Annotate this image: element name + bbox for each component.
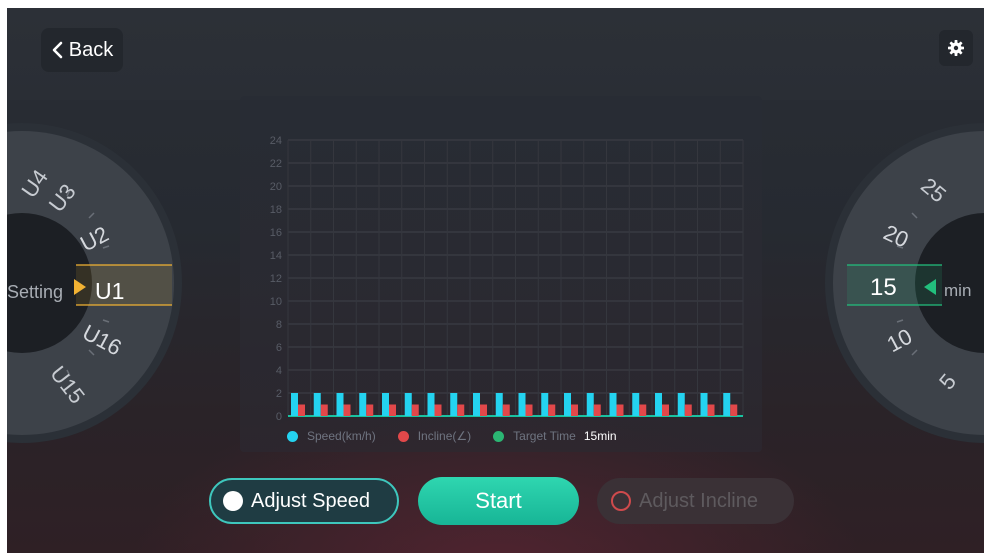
- adjust-incline-radio: [611, 491, 631, 511]
- speed-bar: [495, 393, 503, 416]
- y-tick-label: 0: [276, 411, 282, 423]
- chart-legend: Speed(km/h) Incline(∠) Target Time 15min: [287, 426, 639, 446]
- speed-bar: [677, 393, 685, 416]
- top-bar: [7, 8, 984, 100]
- adjust-incline-button[interactable]: Adjust Incline: [597, 478, 794, 524]
- y-tick-label: 4: [276, 365, 282, 377]
- incline-bar: [662, 404, 669, 416]
- incline-bar: [434, 404, 442, 416]
- speed-bar: [655, 393, 662, 416]
- legend-speed-label: Speed(km/h): [307, 429, 376, 443]
- adjust-speed-label: Adjust Speed: [251, 489, 370, 512]
- y-tick-label: 20: [270, 181, 282, 193]
- legend-incline: Incline(∠): [397, 429, 472, 443]
- y-tick-label: 2: [276, 388, 282, 400]
- incline-color-dot: [397, 430, 409, 442]
- incline-bar: [525, 404, 533, 416]
- speed-bar: [291, 393, 298, 416]
- treadmill-screen: Back 0 2 4 6 8 10 12 14 16 18 20 22 24 Speed(km/h): [7, 8, 984, 553]
- speed-bar: [473, 393, 480, 416]
- target-time-value: 15min: [583, 429, 617, 443]
- y-tick-label: 8: [276, 319, 282, 331]
- incline-bar: [389, 404, 396, 416]
- target-color-dot: [493, 430, 505, 442]
- back-button[interactable]: Back: [41, 28, 123, 72]
- legend-target-label: Target Time: [513, 429, 576, 443]
- incline-bar: [593, 404, 601, 416]
- incline-bar: [480, 404, 487, 416]
- y-tick-label: 24: [270, 135, 282, 147]
- chart-panel: 0 2 4 6 8 10 12 14 16 18 20 22 24: [240, 96, 762, 452]
- y-tick-label: 6: [276, 342, 282, 354]
- incline-bar: [684, 404, 692, 416]
- program-center-label: Setting: [7, 282, 63, 302]
- legend-speed: Speed(km/h): [287, 429, 376, 443]
- speed-bar: [564, 393, 571, 416]
- speed-bar: [450, 393, 458, 416]
- back-label: Back: [68, 38, 114, 61]
- program-dial[interactable]: Setting U1 U4 U3 U2 U16 U15: [7, 123, 182, 443]
- incline-bar: [366, 404, 374, 416]
- y-tick-label: 22: [270, 158, 282, 170]
- program-selected-value: U1: [95, 278, 124, 304]
- incline-bar: [298, 404, 305, 416]
- incline-bar: [343, 404, 351, 416]
- speed-bar: [359, 393, 367, 416]
- start-label: Start: [475, 488, 522, 513]
- incline-bar: [320, 404, 328, 416]
- speed-bar: [336, 393, 344, 416]
- start-button[interactable]: Start: [418, 477, 579, 525]
- speed-bar: [382, 393, 389, 416]
- adjust-speed-radio: [223, 491, 243, 511]
- incline-bar: [411, 404, 419, 416]
- speed-bar: [700, 393, 708, 416]
- speed-bar: [404, 393, 412, 416]
- y-tick-label: 10: [270, 296, 282, 308]
- chevron-left-icon: [52, 41, 63, 59]
- speed-bar: [632, 393, 640, 416]
- gear-icon: [948, 40, 964, 56]
- incline-bar: [639, 404, 647, 416]
- incline-bar: [730, 404, 738, 416]
- speed-bar: [609, 393, 617, 416]
- legend-target-time: Target Time 15min: [493, 429, 617, 443]
- incline-bar: [616, 404, 624, 416]
- adjust-incline-label: Adjust Incline: [639, 489, 758, 512]
- settings-button[interactable]: [939, 30, 973, 66]
- speed-bar: [541, 393, 549, 416]
- legend-incline-label: Incline(∠): [417, 429, 472, 443]
- y-tick-label: 14: [270, 250, 282, 262]
- incline-bar: [548, 404, 556, 416]
- time-unit-label: min: [944, 281, 971, 300]
- y-tick-label: 18: [270, 204, 282, 216]
- y-tick-label: 12: [270, 273, 282, 285]
- adjust-speed-button[interactable]: Adjust Speed: [209, 478, 399, 524]
- speed-color-dot: [287, 430, 298, 442]
- incline-bar: [502, 404, 510, 416]
- speed-bar: [723, 393, 731, 416]
- speed-bar: [313, 393, 321, 416]
- incline-bar: [707, 404, 715, 416]
- y-tick-label: 16: [270, 227, 282, 239]
- speed-bar: [586, 393, 594, 416]
- speed-bar: [518, 393, 526, 416]
- incline-bar: [571, 404, 578, 416]
- time-dial[interactable]: 15 min 25 20 10 5: [825, 123, 984, 443]
- time-selected-value: 15: [870, 274, 897, 301]
- speed-incline-chart: 024681012141618202224: [270, 135, 744, 423]
- incline-bar: [457, 404, 465, 416]
- speed-bar: [427, 393, 435, 416]
